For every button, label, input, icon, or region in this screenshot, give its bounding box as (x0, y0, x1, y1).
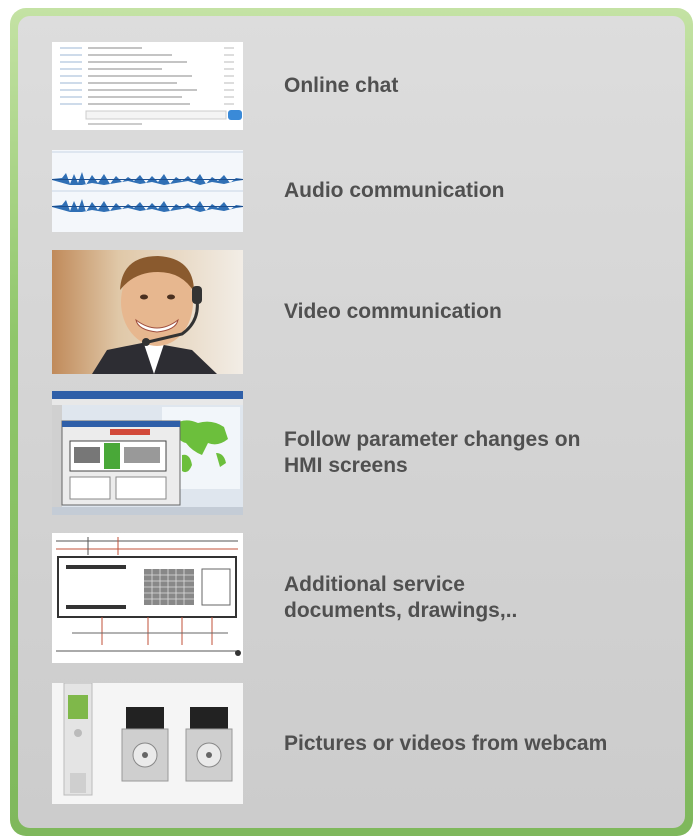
feature-row-video: Video communication (52, 250, 672, 374)
electrical-drawing-thumbnail (52, 533, 243, 663)
feature-panel-frame: Online chat Audio communication Video co… (0, 0, 699, 838)
audio-waveform-thumbnail (52, 150, 243, 232)
feature-label-video: Video communication (284, 300, 502, 323)
feature-row-webcam: Pictures or videos from webcam (52, 683, 672, 804)
feature-row-hmi: Follow parameter changes on HMI screens (52, 391, 672, 515)
servo-motors-photo-thumbnail (52, 683, 243, 804)
headset-person-thumbnail (52, 250, 243, 374)
hmi-screen-thumbnail (52, 391, 243, 515)
feature-row-drawings: Additional service documents, drawings,.… (52, 533, 672, 663)
feature-label-hmi: Follow parameter changes on HMI screens (284, 428, 581, 477)
feature-label-drawings: Additional service documents, drawings,.… (284, 573, 518, 622)
feature-row-audio: Audio communication (52, 150, 672, 232)
feature-label-audio: Audio communication (284, 179, 505, 202)
feature-row-online-chat: Online chat (52, 42, 672, 130)
chat-screenshot-thumbnail (52, 42, 243, 130)
feature-label-webcam: Pictures or videos from webcam (284, 731, 608, 755)
feature-label-online-chat: Online chat (284, 74, 399, 97)
